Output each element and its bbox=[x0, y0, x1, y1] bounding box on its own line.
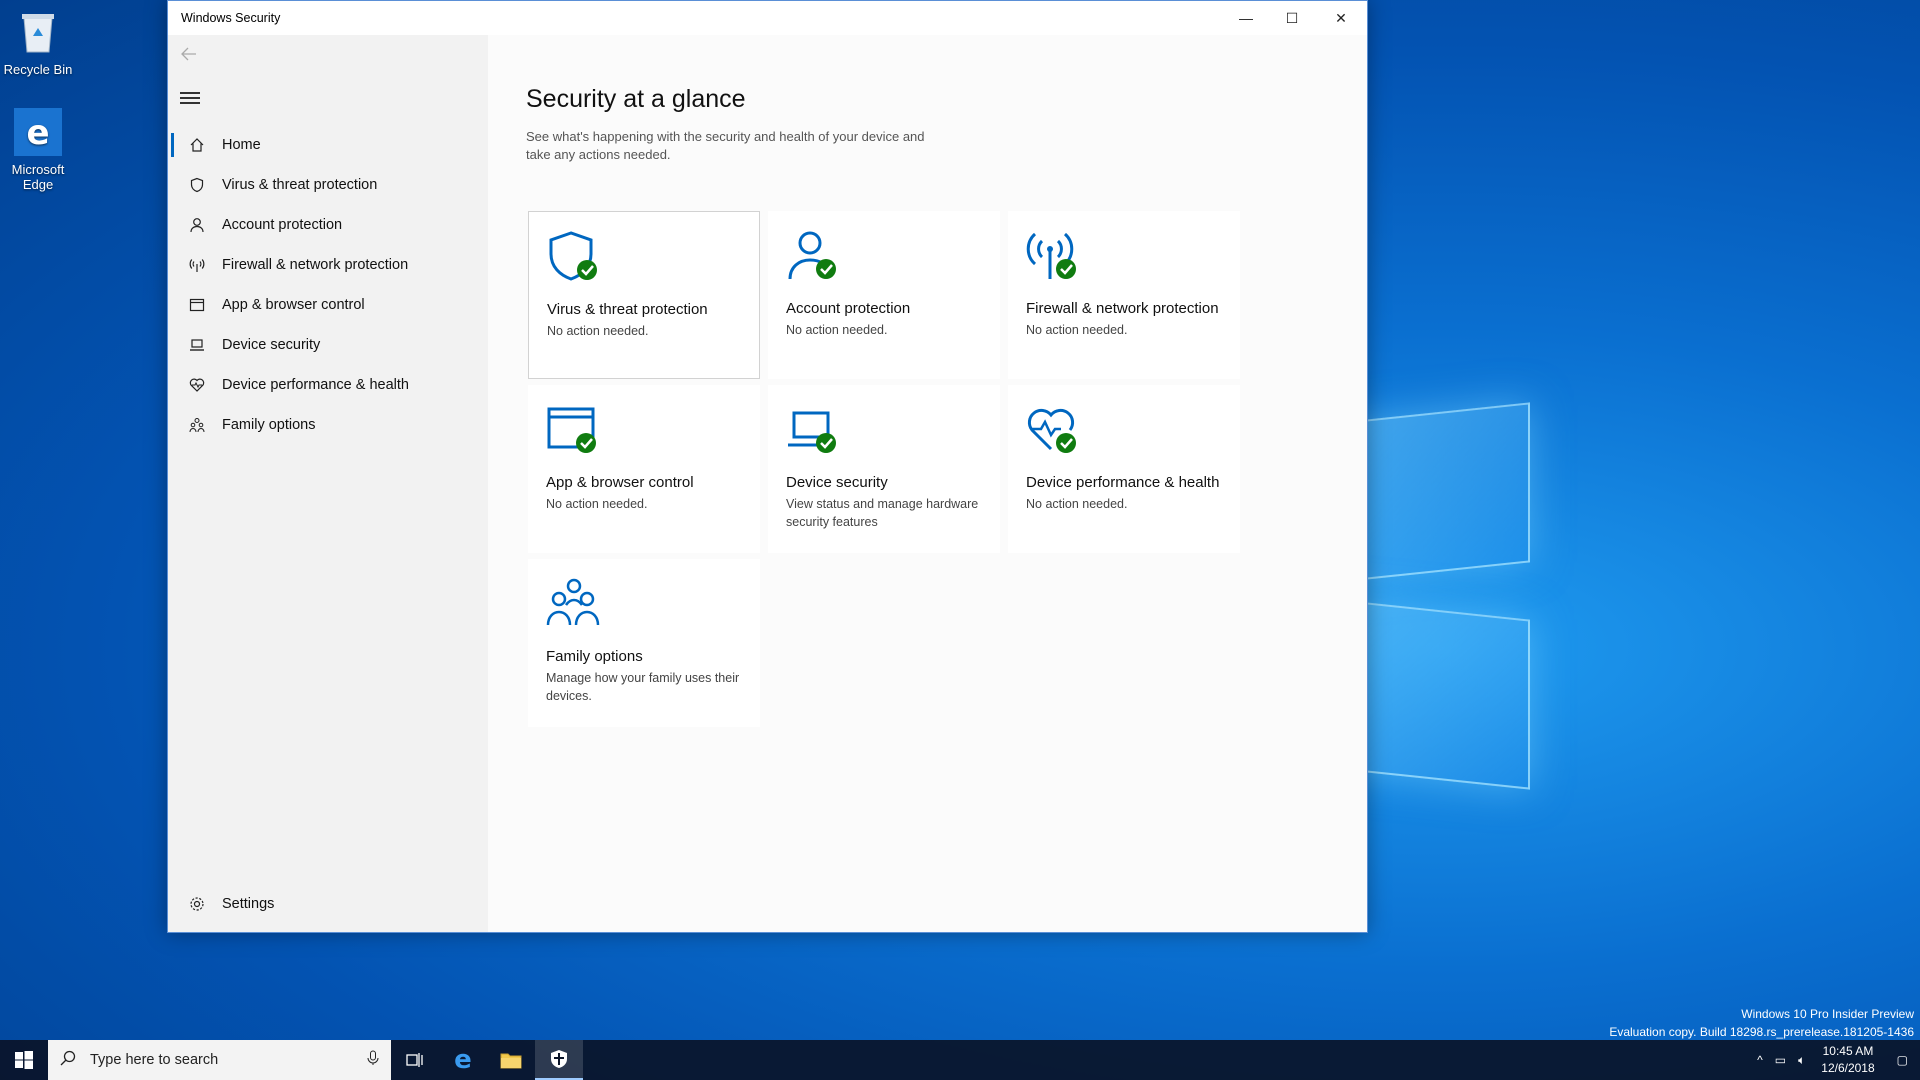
sidebar-item-label: App & browser control bbox=[222, 297, 365, 313]
tile-status: No action needed. bbox=[546, 497, 648, 511]
sidebar-item-account[interactable]: Account protection bbox=[168, 205, 488, 245]
task-view-button[interactable] bbox=[391, 1040, 439, 1080]
tile-account[interactable]: Account protection No action needed. bbox=[768, 211, 1000, 379]
settings-label: Settings bbox=[222, 896, 275, 912]
home-icon bbox=[168, 137, 222, 153]
recycle-bin-desktop-icon[interactable]: Recycle Bin bbox=[0, 8, 76, 77]
tile-title: Virus & threat protection bbox=[547, 301, 708, 318]
sidebar-item-label: Virus & threat protection bbox=[222, 177, 378, 193]
edge-icon: e bbox=[454, 1045, 472, 1075]
tile-status: No action needed. bbox=[1026, 497, 1128, 511]
title-bar[interactable]: Windows Security — ☐ ✕ bbox=[168, 1, 1367, 35]
page-description: See what's happening with the security a… bbox=[526, 129, 925, 162]
gear-icon bbox=[168, 896, 222, 912]
sidebar-item-family[interactable]: Family options bbox=[168, 405, 488, 445]
sidebar-item-virus-threat[interactable]: Virus & threat protection bbox=[168, 165, 488, 205]
notifications-icon[interactable]: ▢ bbox=[1885, 1053, 1920, 1067]
tile-title: App & browser control bbox=[546, 474, 694, 491]
tile-status: No action needed. bbox=[1026, 323, 1128, 337]
person-icon bbox=[168, 217, 222, 233]
system-tray: ^ ▭ 🔈︎ 10:45 AM 12/6/2018 ▢ bbox=[1751, 1040, 1920, 1080]
tile-app-browser[interactable]: App & browser control No action needed. bbox=[528, 385, 760, 553]
search-placeholder: Type here to search bbox=[90, 1052, 219, 1068]
sidebar-item-device-security[interactable]: Device security bbox=[168, 325, 488, 365]
tile-family[interactable]: Family options Manage how your family use… bbox=[528, 559, 760, 727]
shield-icon bbox=[551, 1050, 567, 1068]
maximize-button[interactable]: ☐ bbox=[1269, 1, 1315, 35]
sidebar-item-firewall[interactable]: Firewall & network protection bbox=[168, 245, 488, 285]
search-icon bbox=[60, 1050, 76, 1070]
taskbar: Type here to search e ^ ▭ 🔈︎ 10:45 AM 12… bbox=[0, 1040, 1920, 1080]
person-check-icon bbox=[786, 229, 842, 285]
tile-virus-threat[interactable]: Virus & threat protection No action neede… bbox=[528, 211, 760, 379]
tile-title: Account protection bbox=[786, 300, 911, 317]
browser-window-icon bbox=[168, 297, 222, 313]
taskbar-clock[interactable]: 10:45 AM 12/6/2018 bbox=[1811, 1043, 1884, 1077]
minimize-button[interactable]: — bbox=[1223, 1, 1269, 35]
family-icon bbox=[168, 417, 222, 433]
shield-check-icon bbox=[547, 230, 603, 286]
clock-time: 10:45 AM bbox=[1822, 1044, 1874, 1058]
shield-icon bbox=[168, 177, 222, 193]
taskbar-file-explorer-button[interactable] bbox=[487, 1040, 535, 1080]
laptop-check-icon bbox=[786, 403, 842, 459]
edge-icon: e bbox=[14, 108, 62, 156]
volume-icon[interactable]: 🔈︎ bbox=[1792, 1053, 1811, 1068]
recycle-bin-label: Recycle Bin bbox=[3, 62, 73, 77]
sidebar-item-home[interactable]: Home bbox=[168, 125, 488, 165]
sidebar-item-label: Family options bbox=[222, 417, 316, 433]
sidebar-item-label: Device security bbox=[222, 337, 321, 353]
page-title: Security at a glance bbox=[526, 85, 746, 113]
svg-text:e: e bbox=[26, 113, 49, 153]
recycle-bin-icon bbox=[14, 8, 62, 56]
tile-status: No action needed. bbox=[547, 324, 649, 338]
task-view-icon bbox=[406, 1053, 423, 1067]
sidebar-item-label: Device performance & health bbox=[222, 377, 409, 393]
sidebar-item-label: Account protection bbox=[222, 217, 343, 233]
tile-title: Device performance & health bbox=[1026, 474, 1220, 491]
clock-date: 12/6/2018 bbox=[1821, 1061, 1875, 1075]
close-button[interactable]: ✕ bbox=[1315, 1, 1367, 35]
windows-start-icon bbox=[15, 1051, 33, 1069]
taskbar-edge-button[interactable]: e bbox=[439, 1040, 487, 1080]
tile-device-performance[interactable]: Device performance & health No action nee… bbox=[1008, 385, 1240, 553]
main-content: Security at a glance See what's happenin… bbox=[488, 35, 1367, 932]
windows-security-window: Windows Security — ☐ ✕ Home Virus & thre… bbox=[167, 0, 1368, 933]
sidebar-item-label: Home bbox=[222, 137, 261, 153]
laptop-icon bbox=[168, 337, 222, 353]
window-title: Windows Security bbox=[181, 11, 281, 25]
hamburger-menu-icon[interactable] bbox=[180, 89, 200, 105]
edge-label: Microsoft Edge bbox=[11, 162, 65, 192]
build-watermark: Windows 10 Pro Insider Preview Evaluatio… bbox=[1609, 1007, 1914, 1039]
taskbar-search-box[interactable]: Type here to search bbox=[48, 1040, 391, 1080]
sidebar-item-app-browser[interactable]: App & browser control bbox=[168, 285, 488, 325]
taskbar-windows-security-button[interactable] bbox=[535, 1040, 583, 1080]
tile-title: Family options bbox=[546, 648, 643, 665]
tile-status: No action needed. bbox=[786, 323, 888, 337]
tile-firewall[interactable]: Firewall & network protection No action n… bbox=[1008, 211, 1240, 379]
tile-status: Manage how your family uses their device… bbox=[546, 671, 740, 703]
sidebar: Home Virus & threat protection Account p… bbox=[168, 35, 488, 932]
antenna-check-icon bbox=[1026, 229, 1082, 285]
network-icon[interactable]: ▭ bbox=[1769, 1053, 1792, 1067]
browser-check-icon bbox=[546, 403, 602, 459]
antenna-icon bbox=[168, 257, 222, 273]
edge-desktop-icon[interactable]: e Microsoft Edge bbox=[0, 108, 76, 192]
microphone-icon[interactable] bbox=[367, 1050, 379, 1070]
tile-status: View status and manage hardware security… bbox=[786, 497, 979, 529]
sidebar-item-device-performance[interactable]: Device performance & health bbox=[168, 365, 488, 405]
tile-title: Firewall & network protection bbox=[1026, 300, 1219, 317]
sidebar-item-label: Firewall & network protection bbox=[222, 257, 409, 273]
chevron-up-icon[interactable]: ^ bbox=[1751, 1053, 1769, 1067]
back-arrow-icon[interactable] bbox=[180, 45, 204, 69]
heart-check-icon bbox=[1026, 403, 1082, 459]
folder-icon bbox=[500, 1053, 522, 1069]
sidebar-item-settings[interactable]: Settings bbox=[168, 884, 488, 924]
start-button[interactable] bbox=[0, 1040, 48, 1080]
tile-device-security[interactable]: Device security View status and manage ha… bbox=[768, 385, 1000, 553]
tile-title: Device security bbox=[786, 474, 888, 491]
sidebar-nav: Home Virus & threat protection Account p… bbox=[168, 125, 488, 445]
family-icon bbox=[546, 577, 602, 633]
heart-icon bbox=[168, 377, 222, 393]
